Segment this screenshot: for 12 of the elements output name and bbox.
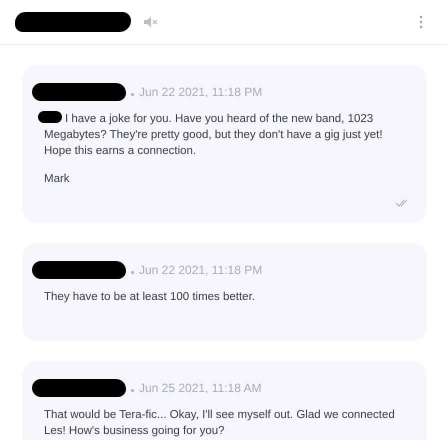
more-options-icon[interactable] xyxy=(419,15,423,29)
message-text: Mark xyxy=(44,173,70,185)
separator-dot xyxy=(131,270,134,274)
separator-dot xyxy=(131,92,134,96)
message-text: They have to be at least 100 times better. xyxy=(44,291,255,303)
separator-dot xyxy=(131,388,134,392)
message-text: I have a joke for you. Have you heard of the new band, 1023 Megabytes? They're pretty good, but they don't have a gig just yet! Hope this earns a connection. xyxy=(44,113,383,157)
message-date: Jun 22 2021, 11:18 PM xyxy=(139,85,262,99)
message-date: Jun 22 2021, 11:18 PM xyxy=(139,263,262,277)
double-check-icon xyxy=(395,199,409,207)
message-date: Jun 25 2021, 11:18 AM xyxy=(139,381,262,395)
message-text: That would be Tera-fic... Okay, I'll see myself out. Glad we connected Les! How's business going for you? xyxy=(44,409,395,437)
